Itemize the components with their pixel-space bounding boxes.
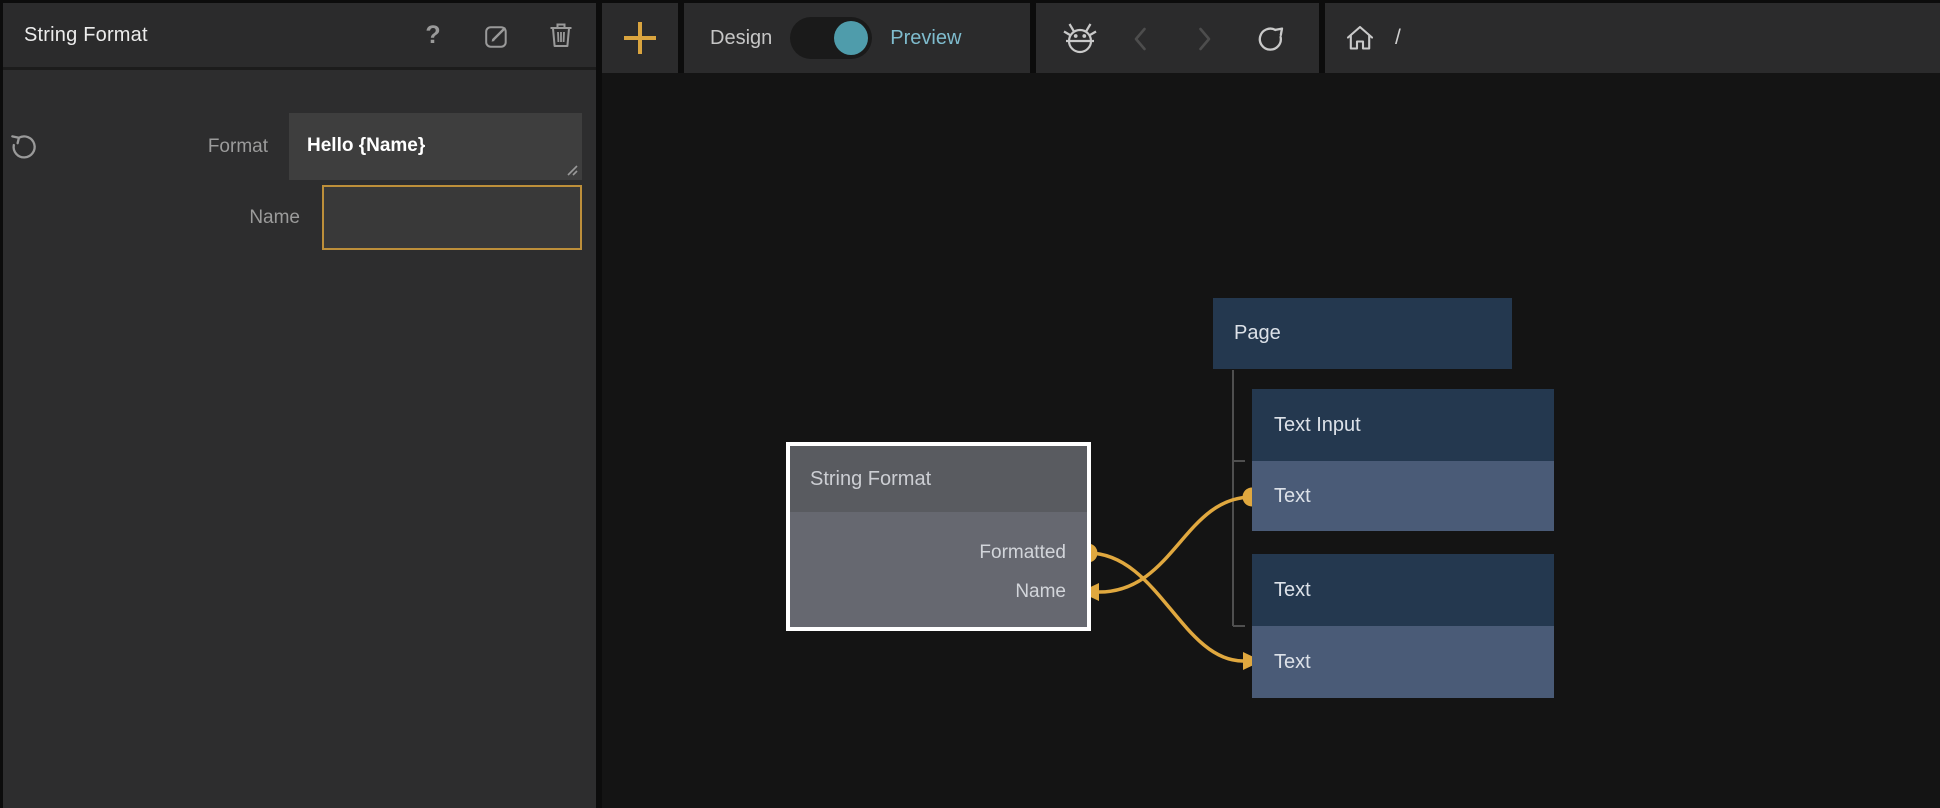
panel-title: String Format — [24, 24, 148, 47]
node-canvas[interactable]: Page Text Input Text Text Text — [602, 73, 1940, 808]
toggle-knob — [834, 21, 868, 55]
nav-back-icon — [1133, 26, 1147, 52]
name-input[interactable] — [322, 185, 582, 250]
node-text-input-title: Text Input — [1274, 414, 1361, 437]
property-panel-body: Format Hello {Name} Name — [3, 70, 596, 808]
design-mode-label[interactable]: Design — [710, 27, 772, 50]
resize-handle[interactable] — [565, 163, 579, 177]
node-text-header[interactable]: Text — [1252, 554, 1554, 626]
property-panel-header: String Format ? — [3, 3, 596, 70]
format-input[interactable]: Hello {Name} — [289, 113, 582, 180]
node-text[interactable]: Text Text — [1252, 554, 1554, 698]
breadcrumb-section: / — [1325, 3, 1940, 73]
plus-icon — [623, 21, 657, 55]
panel-header-actions: ? — [419, 21, 575, 49]
mode-toggle-section: Design Preview — [684, 3, 1030, 73]
delete-button[interactable] — [547, 21, 575, 49]
node-page[interactable]: Page — [1213, 298, 1512, 369]
home-button[interactable] — [1345, 24, 1375, 52]
node-text-input-port-label: Text — [1274, 485, 1311, 508]
format-field-wrap: Hello {Name} — [289, 113, 582, 180]
node-text-input-header[interactable]: Text Input — [1252, 389, 1554, 461]
bug-icon — [1061, 19, 1099, 59]
refresh-icon — [1255, 23, 1287, 55]
node-text-input[interactable]: Text Input Text — [1252, 389, 1554, 531]
nav-forward-icon — [1198, 26, 1212, 52]
node-page-title: Page — [1234, 322, 1281, 345]
edit-icon — [484, 22, 511, 49]
add-node-section — [602, 3, 678, 73]
wire-formatted-to-text[interactable] — [1079, 544, 1263, 671]
name-label: Name — [3, 207, 300, 229]
preview-mode-label[interactable]: Preview — [890, 27, 961, 50]
trash-icon — [548, 21, 574, 49]
top-toolbar: Design Preview — [602, 3, 1940, 73]
node-page-header: Page — [1213, 298, 1512, 369]
breadcrumb-path[interactable]: / — [1395, 3, 1401, 73]
nav-forward-button[interactable] — [1198, 26, 1212, 52]
editor-area: Design Preview — [602, 3, 1940, 808]
home-icon — [1345, 24, 1375, 52]
node-text-port-label: Text — [1274, 651, 1311, 674]
design-preview-toggle[interactable] — [790, 17, 872, 59]
node-text-input-port-row[interactable]: Text — [1252, 461, 1554, 531]
help-button[interactable]: ? — [419, 21, 447, 49]
help-icon: ? — [425, 23, 440, 48]
debug-button[interactable] — [1061, 19, 1099, 59]
debug-nav-section — [1036, 3, 1319, 73]
port-formatted[interactable]: Formatted — [866, 540, 1066, 566]
node-string-format-header: String Format — [790, 446, 1087, 512]
refresh-button[interactable] — [1255, 23, 1287, 55]
node-text-port-row[interactable]: Text — [1252, 626, 1554, 698]
format-label: Format — [3, 136, 268, 158]
port-name[interactable]: Name — [866, 579, 1066, 605]
add-node-button[interactable] — [620, 18, 660, 58]
node-string-format[interactable]: String Format Formatted Name — [786, 442, 1091, 631]
app-window: String Format ? — [0, 0, 1940, 808]
nav-back-button[interactable] — [1133, 26, 1147, 52]
edit-button[interactable] — [483, 21, 511, 49]
node-string-format-title: String Format — [810, 468, 931, 491]
node-text-title: Text — [1274, 579, 1311, 602]
property-panel: String Format ? — [3, 3, 602, 808]
wire-textinput-to-name[interactable] — [1080, 488, 1262, 602]
